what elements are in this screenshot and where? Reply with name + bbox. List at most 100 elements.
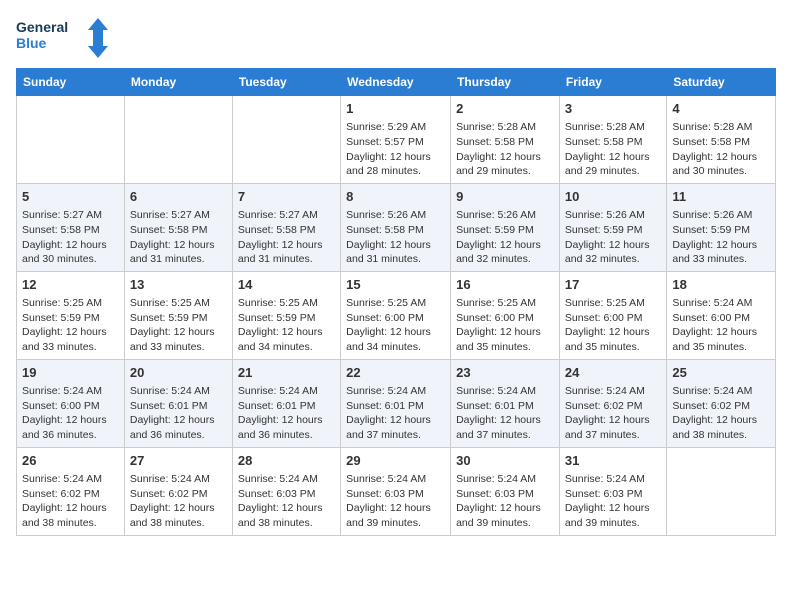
calendar-cell: 9 Sunrise: 5:26 AM Sunset: 5:59 PM Daylig…	[451, 183, 560, 271]
day-info: Sunrise: 5:25 AM Sunset: 5:59 PM Dayligh…	[130, 296, 227, 355]
day-info: Sunrise: 5:25 AM Sunset: 6:00 PM Dayligh…	[346, 296, 445, 355]
day-info: Sunrise: 5:24 AM Sunset: 6:01 PM Dayligh…	[130, 384, 227, 443]
calendar-cell: 16 Sunrise: 5:25 AM Sunset: 6:00 PM Dayli…	[451, 271, 560, 359]
day-header-wednesday: Wednesday	[341, 69, 451, 96]
day-header-thursday: Thursday	[451, 69, 560, 96]
calendar-cell: 24 Sunrise: 5:24 AM Sunset: 6:02 PM Dayli…	[559, 359, 666, 447]
day-number: 2	[456, 100, 554, 118]
day-number: 12	[22, 276, 119, 294]
day-header-sunday: Sunday	[17, 69, 125, 96]
calendar-cell: 30 Sunrise: 5:24 AM Sunset: 6:03 PM Dayli…	[451, 447, 560, 535]
svg-text:General: General	[16, 19, 68, 35]
day-header-monday: Monday	[124, 69, 232, 96]
day-info: Sunrise: 5:27 AM Sunset: 5:58 PM Dayligh…	[130, 208, 227, 267]
day-info: Sunrise: 5:24 AM Sunset: 6:03 PM Dayligh…	[238, 472, 335, 531]
day-info: Sunrise: 5:25 AM Sunset: 6:00 PM Dayligh…	[456, 296, 554, 355]
day-number: 31	[565, 452, 661, 470]
day-number: 23	[456, 364, 554, 382]
calendar-cell: 20 Sunrise: 5:24 AM Sunset: 6:01 PM Dayli…	[124, 359, 232, 447]
day-info: Sunrise: 5:28 AM Sunset: 5:58 PM Dayligh…	[565, 120, 661, 179]
calendar-cell: 21 Sunrise: 5:24 AM Sunset: 6:01 PM Dayli…	[232, 359, 340, 447]
calendar-week-row: 26 Sunrise: 5:24 AM Sunset: 6:02 PM Dayli…	[17, 447, 776, 535]
calendar-cell: 7Sunrise: 5:27 AM Sunset: 5:58 PM Daylig…	[232, 183, 340, 271]
day-number: 3	[565, 100, 661, 118]
calendar-cell: 14Sunrise: 5:25 AM Sunset: 5:59 PM Dayli…	[232, 271, 340, 359]
day-number: 1	[346, 100, 445, 118]
svg-text:Blue: Blue	[16, 35, 47, 51]
day-number: 16	[456, 276, 554, 294]
day-info: Sunrise: 5:24 AM Sunset: 6:01 PM Dayligh…	[346, 384, 445, 443]
day-info: Sunrise: 5:26 AM Sunset: 5:58 PM Dayligh…	[346, 208, 445, 267]
day-number: 4	[672, 100, 770, 118]
day-info: Sunrise: 5:24 AM Sunset: 6:03 PM Dayligh…	[456, 472, 554, 531]
calendar-week-row: 12 Sunrise: 5:25 AM Sunset: 5:59 PM Dayli…	[17, 271, 776, 359]
day-number: 20	[130, 364, 227, 382]
day-info: Sunrise: 5:28 AM Sunset: 5:58 PM Dayligh…	[456, 120, 554, 179]
page-header: General Blue	[16, 16, 776, 60]
day-info: Sunrise: 5:26 AM Sunset: 5:59 PM Dayligh…	[456, 208, 554, 267]
day-number: 18	[672, 276, 770, 294]
calendar-cell: 26 Sunrise: 5:24 AM Sunset: 6:02 PM Dayli…	[17, 447, 125, 535]
day-number: 8	[346, 188, 445, 206]
calendar-cell: 22Sunrise: 5:24 AM Sunset: 6:01 PM Dayli…	[341, 359, 451, 447]
day-header-tuesday: Tuesday	[232, 69, 340, 96]
day-number: 24	[565, 364, 661, 382]
day-info: Sunrise: 5:24 AM Sunset: 6:01 PM Dayligh…	[456, 384, 554, 443]
logo-svg: General Blue	[16, 16, 116, 60]
calendar-cell: 28 Sunrise: 5:24 AM Sunset: 6:03 PM Dayli…	[232, 447, 340, 535]
day-number: 21	[238, 364, 335, 382]
day-info: Sunrise: 5:26 AM Sunset: 5:59 PM Dayligh…	[672, 208, 770, 267]
day-number: 17	[565, 276, 661, 294]
day-info: Sunrise: 5:27 AM Sunset: 5:58 PM Dayligh…	[22, 208, 119, 267]
days-header-row: SundayMondayTuesdayWednesdayThursdayFrid…	[17, 69, 776, 96]
day-header-friday: Friday	[559, 69, 666, 96]
day-number: 6	[130, 188, 227, 206]
day-info: Sunrise: 5:24 AM Sunset: 6:03 PM Dayligh…	[565, 472, 661, 531]
day-info: Sunrise: 5:24 AM Sunset: 6:01 PM Dayligh…	[238, 384, 335, 443]
day-info: Sunrise: 5:29 AM Sunset: 5:57 PM Dayligh…	[346, 120, 445, 179]
logo: General Blue	[16, 16, 116, 60]
day-number: 19	[22, 364, 119, 382]
day-info: Sunrise: 5:25 AM Sunset: 6:00 PM Dayligh…	[565, 296, 661, 355]
day-number: 11	[672, 188, 770, 206]
day-number: 7	[238, 188, 335, 206]
calendar-week-row: 5 Sunrise: 5:27 AM Sunset: 5:58 PM Daylig…	[17, 183, 776, 271]
calendar-cell: 1 Sunrise: 5:29 AM Sunset: 5:57 PM Daylig…	[341, 96, 451, 184]
day-number: 26	[22, 452, 119, 470]
calendar-cell: 15 Sunrise: 5:25 AM Sunset: 6:00 PM Dayli…	[341, 271, 451, 359]
calendar-cell: 5 Sunrise: 5:27 AM Sunset: 5:58 PM Daylig…	[17, 183, 125, 271]
day-number: 30	[456, 452, 554, 470]
calendar-cell: 10Sunrise: 5:26 AM Sunset: 5:59 PM Dayli…	[559, 183, 666, 271]
calendar-cell: 27Sunrise: 5:24 AM Sunset: 6:02 PM Dayli…	[124, 447, 232, 535]
day-header-saturday: Saturday	[667, 69, 776, 96]
day-info: Sunrise: 5:24 AM Sunset: 6:00 PM Dayligh…	[672, 296, 770, 355]
day-info: Sunrise: 5:24 AM Sunset: 6:02 PM Dayligh…	[565, 384, 661, 443]
day-number: 5	[22, 188, 119, 206]
calendar-cell: 4Sunrise: 5:28 AM Sunset: 5:58 PM Daylig…	[667, 96, 776, 184]
day-info: Sunrise: 5:24 AM Sunset: 6:03 PM Dayligh…	[346, 472, 445, 531]
calendar-cell: 19 Sunrise: 5:24 AM Sunset: 6:00 PM Dayli…	[17, 359, 125, 447]
day-number: 9	[456, 188, 554, 206]
day-number: 28	[238, 452, 335, 470]
day-number: 29	[346, 452, 445, 470]
calendar-cell	[232, 96, 340, 184]
day-number: 13	[130, 276, 227, 294]
calendar-table: SundayMondayTuesdayWednesdayThursdayFrid…	[16, 68, 776, 536]
calendar-cell: 23 Sunrise: 5:24 AM Sunset: 6:01 PM Dayli…	[451, 359, 560, 447]
calendar-cell	[667, 447, 776, 535]
calendar-cell	[124, 96, 232, 184]
calendar-cell: 11 Sunrise: 5:26 AM Sunset: 5:59 PM Dayli…	[667, 183, 776, 271]
day-info: Sunrise: 5:25 AM Sunset: 5:59 PM Dayligh…	[22, 296, 119, 355]
day-number: 10	[565, 188, 661, 206]
calendar-cell: 3 Sunrise: 5:28 AM Sunset: 5:58 PM Daylig…	[559, 96, 666, 184]
day-number: 15	[346, 276, 445, 294]
day-info: Sunrise: 5:24 AM Sunset: 6:02 PM Dayligh…	[22, 472, 119, 531]
calendar-cell: 17 Sunrise: 5:25 AM Sunset: 6:00 PM Dayli…	[559, 271, 666, 359]
day-number: 27	[130, 452, 227, 470]
calendar-cell: 29 Sunrise: 5:24 AM Sunset: 6:03 PM Dayli…	[341, 447, 451, 535]
calendar-cell: 18 Sunrise: 5:24 AM Sunset: 6:00 PM Dayli…	[667, 271, 776, 359]
calendar-week-row: 19 Sunrise: 5:24 AM Sunset: 6:00 PM Dayli…	[17, 359, 776, 447]
day-info: Sunrise: 5:24 AM Sunset: 6:00 PM Dayligh…	[22, 384, 119, 443]
calendar-cell: 13 Sunrise: 5:25 AM Sunset: 5:59 PM Dayli…	[124, 271, 232, 359]
day-info: Sunrise: 5:24 AM Sunset: 6:02 PM Dayligh…	[672, 384, 770, 443]
